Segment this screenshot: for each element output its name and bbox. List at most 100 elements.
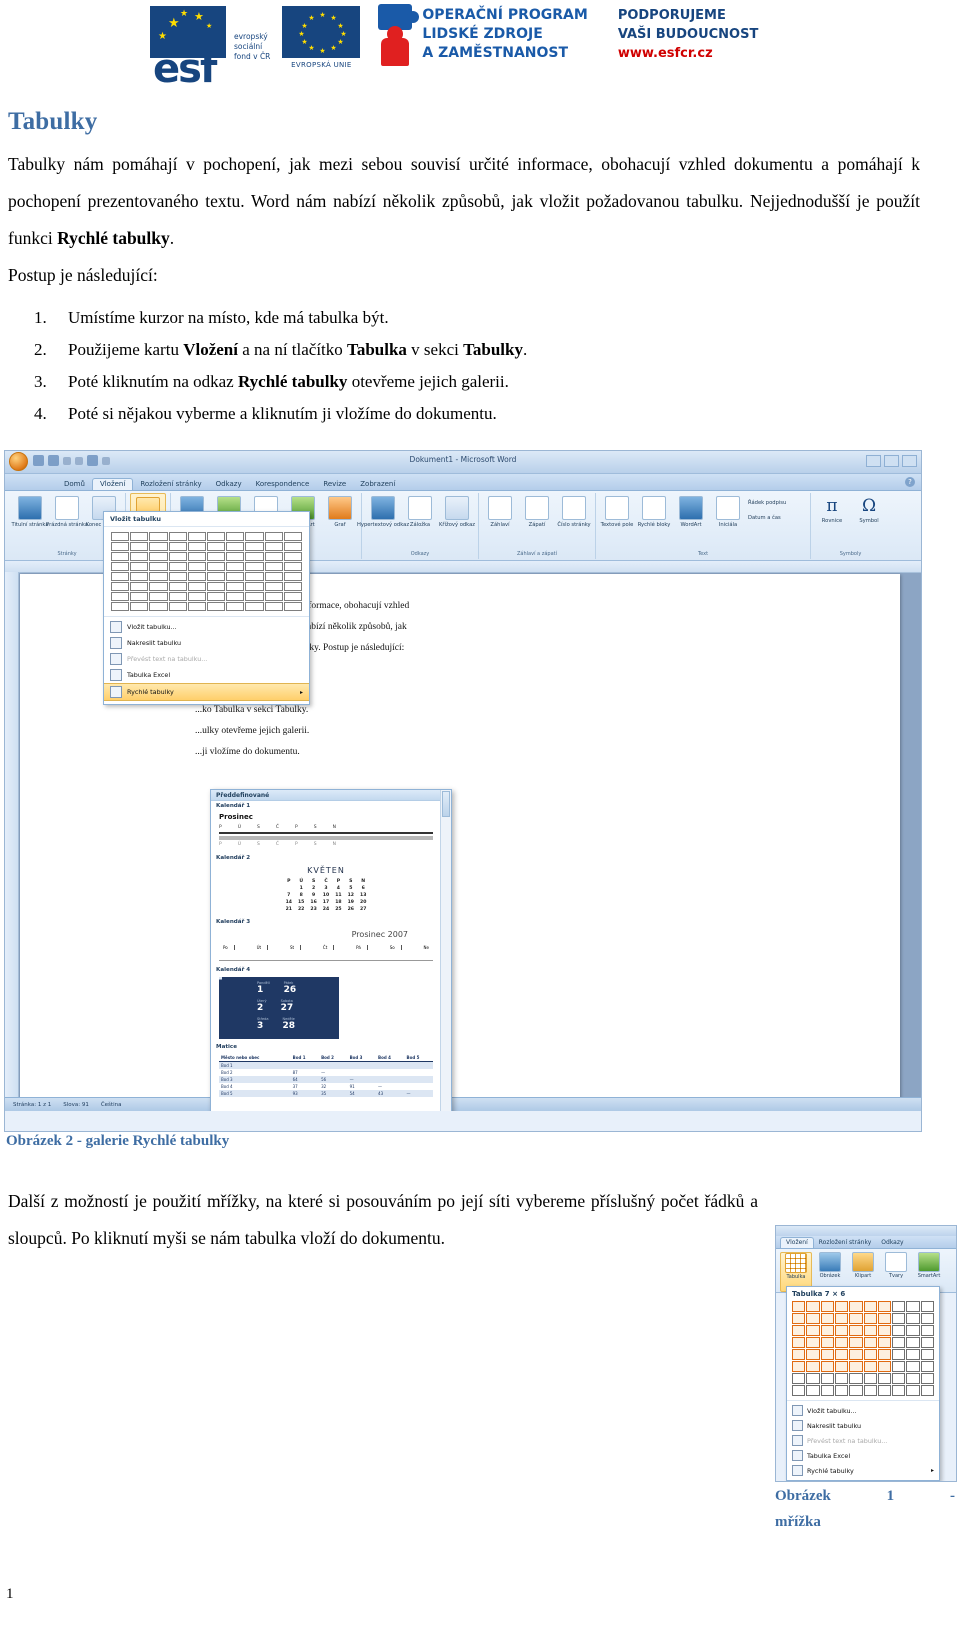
grid-cell[interactable] <box>187 592 206 601</box>
grid-cell[interactable] <box>920 1337 934 1348</box>
button-textove-pole[interactable]: Textové pole <box>600 493 634 551</box>
grid-dropdown-menu[interactable]: Vložit tabulku... Nakreslit tabulku Přev… <box>787 1400 939 1480</box>
grid-cell[interactable] <box>226 602 245 611</box>
grid-cell[interactable] <box>264 542 283 551</box>
grid-cell[interactable] <box>245 542 264 551</box>
grid-cell[interactable] <box>792 1373 806 1384</box>
button-zahlavi[interactable]: Záhlaví <box>483 493 517 551</box>
menu-item-vlozit-tabulku[interactable]: Vložit tabulku... <box>104 619 309 635</box>
grid-cell[interactable] <box>245 582 264 591</box>
grid-cell[interactable] <box>892 1301 906 1312</box>
grid-cell[interactable] <box>130 542 149 551</box>
grid-cell[interactable] <box>892 1373 906 1384</box>
grid-cell[interactable] <box>111 532 130 541</box>
grid-cell[interactable] <box>849 1373 863 1384</box>
grid-cell[interactable] <box>906 1361 920 1372</box>
grid-cell[interactable] <box>130 552 149 561</box>
grid-cell[interactable] <box>920 1385 934 1396</box>
grid-cell[interactable] <box>920 1349 934 1360</box>
button-hypertextovy-odkaz[interactable]: Hypertextový odkaz <box>357 493 409 551</box>
button-radek-podpisu[interactable]: Řádek podpisu Datum a čas <box>748 493 806 551</box>
grid-cell[interactable] <box>187 602 206 611</box>
grid-cell[interactable] <box>130 562 149 571</box>
tab-vlozeni[interactable]: Vložení <box>91 478 134 490</box>
grid-cell[interactable] <box>877 1385 892 1396</box>
grid-cell[interactable] <box>111 602 130 611</box>
grid-tab-vlozeni[interactable]: Vložení <box>780 1237 814 1248</box>
grid-cell[interactable] <box>820 1385 834 1396</box>
grid-cell[interactable] <box>283 582 302 591</box>
grid-cell[interactable] <box>792 1313 806 1324</box>
grid-cell[interactable] <box>149 532 168 541</box>
grid-cell[interactable] <box>906 1349 920 1360</box>
grid-cell[interactable] <box>920 1361 934 1372</box>
gallery-preview-kalendar-3[interactable]: Prosinec 2007 Po Út St Čt Pá So Ne <box>211 926 441 965</box>
grid-cell[interactable] <box>111 582 130 591</box>
grid-cell[interactable] <box>187 562 206 571</box>
grid-menu-item-nakreslit-tabulku[interactable]: Nakreslit tabulku <box>787 1418 939 1433</box>
grid-cell[interactable] <box>264 532 283 541</box>
grid-cell[interactable] <box>820 1325 834 1336</box>
tab-domu[interactable]: Domů <box>57 479 92 490</box>
grid-cell[interactable] <box>226 572 245 581</box>
grid-cell[interactable] <box>283 542 302 551</box>
grid-cell[interactable] <box>849 1361 863 1372</box>
gallery-scrollbar[interactable] <box>440 790 451 1111</box>
grid-cell[interactable] <box>168 532 187 541</box>
grid-cell[interactable] <box>149 582 168 591</box>
grid-cell[interactable] <box>820 1361 834 1372</box>
grid-cell[interactable] <box>226 592 245 601</box>
quick-tables-gallery[interactable]: Předdefinované Kalendář 1 Prosinec PÚSČP… <box>210 789 452 1111</box>
maximize-icon[interactable] <box>884 455 899 467</box>
grid-cell[interactable] <box>906 1301 920 1312</box>
grid-cell[interactable] <box>792 1337 806 1348</box>
grid-cell[interactable] <box>834 1385 849 1396</box>
vertical-ruler[interactable] <box>5 572 19 1111</box>
grid-cell[interactable] <box>863 1349 877 1360</box>
grid-cell[interactable] <box>906 1325 920 1336</box>
tab-korespondence[interactable]: Korespondence <box>249 479 317 490</box>
gallery-preview-kalendar-2[interactable]: KVĚTEN P Ú S Č P S N 1 2 3 4 5 6 7 8 9 10 11 12 13 14 15 16 17 1… <box>211 862 441 917</box>
grid-cell[interactable] <box>834 1325 849 1336</box>
menu-item-tabulka-excel[interactable]: Tabulka Excel <box>104 667 309 683</box>
grid-cell[interactable] <box>877 1313 892 1324</box>
grid-cell[interactable] <box>906 1385 920 1396</box>
grid-cell[interactable] <box>806 1385 820 1396</box>
grid-cell[interactable] <box>877 1361 892 1372</box>
grid-cell[interactable] <box>168 542 187 551</box>
grid-cell[interactable] <box>906 1313 920 1324</box>
grid-cell[interactable] <box>149 542 168 551</box>
table-size-grid[interactable] <box>104 527 309 616</box>
menu-item-nakreslit-tabulku[interactable]: Nakreslit tabulku <box>104 635 309 651</box>
grid-cell[interactable] <box>264 602 283 611</box>
grid-tab-odkazy[interactable]: Odkazy <box>876 1238 908 1248</box>
grid-cell[interactable] <box>820 1301 834 1312</box>
close-icon[interactable] <box>902 455 917 467</box>
grid-cell[interactable] <box>834 1361 849 1372</box>
grid-cell[interactable] <box>792 1361 806 1372</box>
grid-cell[interactable] <box>863 1385 877 1396</box>
grid-cell[interactable] <box>834 1301 849 1312</box>
tab-revize[interactable]: Revize <box>316 479 353 490</box>
grid-cell[interactable] <box>920 1373 934 1384</box>
grid-cell[interactable] <box>130 532 149 541</box>
menu-item-rychle-tabulky[interactable]: Rychlé tabulky ▸ <box>104 683 309 701</box>
grid-cell[interactable] <box>149 562 168 571</box>
grid-cell[interactable] <box>168 592 187 601</box>
grid-cell[interactable] <box>207 572 226 581</box>
grid-cell[interactable] <box>264 572 283 581</box>
button-zapati[interactable]: Zápatí <box>520 493 554 551</box>
grid-cell[interactable] <box>130 582 149 591</box>
grid-cell[interactable] <box>849 1313 863 1324</box>
grid-menu-item-vlozit-tabulku[interactable]: Vložit tabulku... <box>787 1403 939 1418</box>
grid-cell[interactable] <box>820 1373 834 1384</box>
scrollbar-thumb[interactable] <box>442 791 450 817</box>
grid-cell[interactable] <box>168 582 187 591</box>
grid-cell[interactable] <box>806 1325 820 1336</box>
grid-cell[interactable] <box>792 1385 806 1396</box>
grid-cell[interactable] <box>207 552 226 561</box>
grid-cell[interactable] <box>806 1301 820 1312</box>
grid-cell[interactable] <box>892 1337 906 1348</box>
grid-cell[interactable] <box>187 542 206 551</box>
button-krizovy-odkaz[interactable]: Křížový odkaz <box>439 493 475 551</box>
